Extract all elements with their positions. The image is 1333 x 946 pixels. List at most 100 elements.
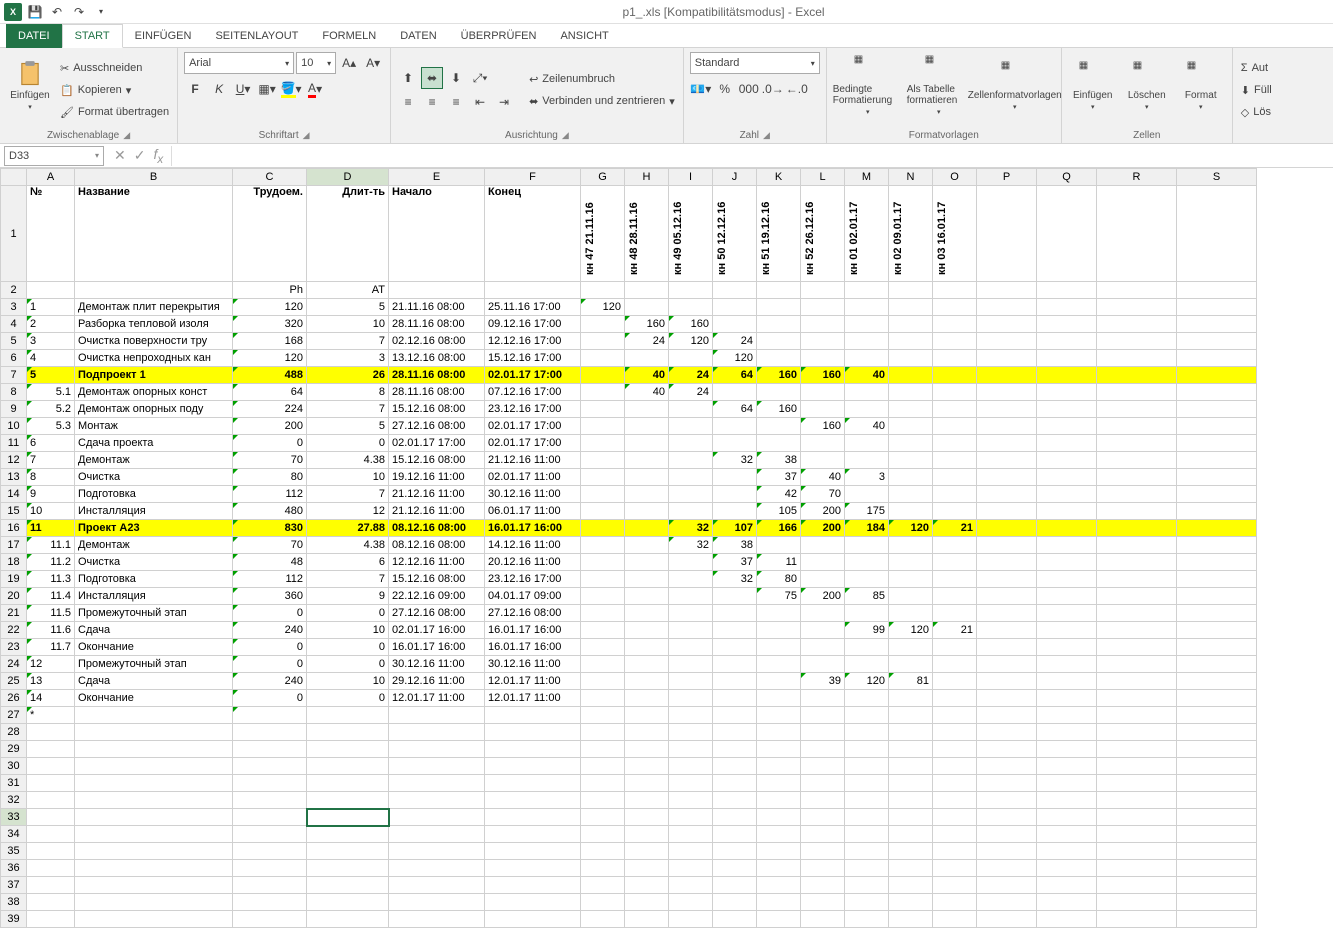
row-header-19[interactable]: 19 [1, 571, 27, 588]
cell-E36[interactable] [389, 860, 485, 877]
cell-N29[interactable] [889, 741, 933, 758]
cell-J32[interactable] [713, 792, 757, 809]
cell-C37[interactable] [233, 877, 307, 894]
font-name-select[interactable]: Arial▾ [184, 52, 294, 74]
indent-decrease-icon[interactable]: ⇤ [469, 91, 491, 113]
cell-K31[interactable] [757, 775, 801, 792]
cell-N32[interactable] [889, 792, 933, 809]
cell-S29[interactable] [1177, 741, 1257, 758]
cell-E37[interactable] [389, 877, 485, 894]
cell-L30[interactable] [801, 758, 845, 775]
cell-O28[interactable] [933, 724, 977, 741]
cell-S37[interactable] [1177, 877, 1257, 894]
cell-N33[interactable] [889, 809, 933, 826]
cell-M32[interactable] [845, 792, 889, 809]
wrap-text-button[interactable]: ↩ Zeilenumbruch [527, 69, 677, 89]
cell-C29[interactable] [233, 741, 307, 758]
cell-C30[interactable] [233, 758, 307, 775]
cell-E30[interactable] [389, 758, 485, 775]
row-header-21[interactable]: 21 [1, 605, 27, 622]
insert-cells-button[interactable]: ▦Einfügen▾ [1068, 52, 1118, 118]
row-header-10[interactable]: 10 [1, 418, 27, 435]
cell-S36[interactable] [1177, 860, 1257, 877]
cell-L39[interactable] [801, 911, 845, 928]
cell-B32[interactable] [75, 792, 233, 809]
cell-M31[interactable] [845, 775, 889, 792]
cell-O35[interactable] [933, 843, 977, 860]
cell-D39[interactable] [307, 911, 389, 928]
cell-S35[interactable] [1177, 843, 1257, 860]
cell-A38[interactable] [27, 894, 75, 911]
cell-P35[interactable] [977, 843, 1037, 860]
cell-M35[interactable] [845, 843, 889, 860]
formula-input[interactable] [171, 146, 1327, 166]
cell-H32[interactable] [625, 792, 669, 809]
cell-L35[interactable] [801, 843, 845, 860]
cell-N36[interactable] [889, 860, 933, 877]
cell-I28[interactable] [669, 724, 713, 741]
row-header-4[interactable]: 4 [1, 316, 27, 333]
row-header-15[interactable]: 15 [1, 503, 27, 520]
cell-R38[interactable] [1097, 894, 1177, 911]
cell-D33[interactable] [307, 809, 389, 826]
cell-J35[interactable] [713, 843, 757, 860]
cell-G38[interactable] [581, 894, 625, 911]
cell-N34[interactable] [889, 826, 933, 843]
cell-D34[interactable] [307, 826, 389, 843]
cell-A28[interactable] [27, 724, 75, 741]
cell-H29[interactable] [625, 741, 669, 758]
italic-button[interactable]: K [208, 78, 230, 100]
cell-Q34[interactable] [1037, 826, 1097, 843]
format-cells-button[interactable]: ▦Format▾ [1176, 52, 1226, 118]
cell-O30[interactable] [933, 758, 977, 775]
indent-increase-icon[interactable]: ⇥ [493, 91, 515, 113]
row-header-38[interactable]: 38 [1, 894, 27, 911]
row-header-16[interactable]: 16 [1, 520, 27, 537]
cell-F30[interactable] [485, 758, 581, 775]
cell-H28[interactable] [625, 724, 669, 741]
cell-E33[interactable] [389, 809, 485, 826]
cell-B28[interactable] [75, 724, 233, 741]
cell-L29[interactable] [801, 741, 845, 758]
cell-L34[interactable] [801, 826, 845, 843]
col-header-A[interactable]: A [27, 169, 75, 186]
thousands-icon[interactable]: 000 [738, 78, 760, 100]
cell-R30[interactable] [1097, 758, 1177, 775]
delete-cells-button[interactable]: ▦Löschen▾ [1122, 52, 1172, 118]
row-header-29[interactable]: 29 [1, 741, 27, 758]
cell-F35[interactable] [485, 843, 581, 860]
cell-S28[interactable] [1177, 724, 1257, 741]
cell-N35[interactable] [889, 843, 933, 860]
cell-S34[interactable] [1177, 826, 1257, 843]
row-header-9[interactable]: 9 [1, 401, 27, 418]
cut-button[interactable]: ✂ Ausschneiden [58, 58, 171, 78]
cell-I38[interactable] [669, 894, 713, 911]
cell-H36[interactable] [625, 860, 669, 877]
cell-G30[interactable] [581, 758, 625, 775]
cell-I33[interactable] [669, 809, 713, 826]
fx-icon[interactable]: fx [153, 146, 163, 166]
cell-K36[interactable] [757, 860, 801, 877]
cell-P36[interactable] [977, 860, 1037, 877]
select-all-corner[interactable] [1, 169, 27, 186]
row-header-17[interactable]: 17 [1, 537, 27, 554]
cell-G39[interactable] [581, 911, 625, 928]
cell-G34[interactable] [581, 826, 625, 843]
cell-O33[interactable] [933, 809, 977, 826]
tab-ueberpruefen[interactable]: ÜBERPRÜFEN [449, 24, 549, 48]
increase-decimal-icon[interactable]: .0→ [762, 78, 784, 100]
cell-C33[interactable] [233, 809, 307, 826]
cell-O39[interactable] [933, 911, 977, 928]
font-dialog-icon[interactable]: ◢ [303, 130, 310, 141]
cell-M38[interactable] [845, 894, 889, 911]
cell-E31[interactable] [389, 775, 485, 792]
cell-G29[interactable] [581, 741, 625, 758]
currency-icon[interactable]: 💶▾ [690, 78, 712, 100]
row-header-30[interactable]: 30 [1, 758, 27, 775]
cell-M33[interactable] [845, 809, 889, 826]
cell-Q31[interactable] [1037, 775, 1097, 792]
col-header-S[interactable]: S [1177, 169, 1257, 186]
cell-I34[interactable] [669, 826, 713, 843]
cell-P38[interactable] [977, 894, 1037, 911]
cell-Q28[interactable] [1037, 724, 1097, 741]
